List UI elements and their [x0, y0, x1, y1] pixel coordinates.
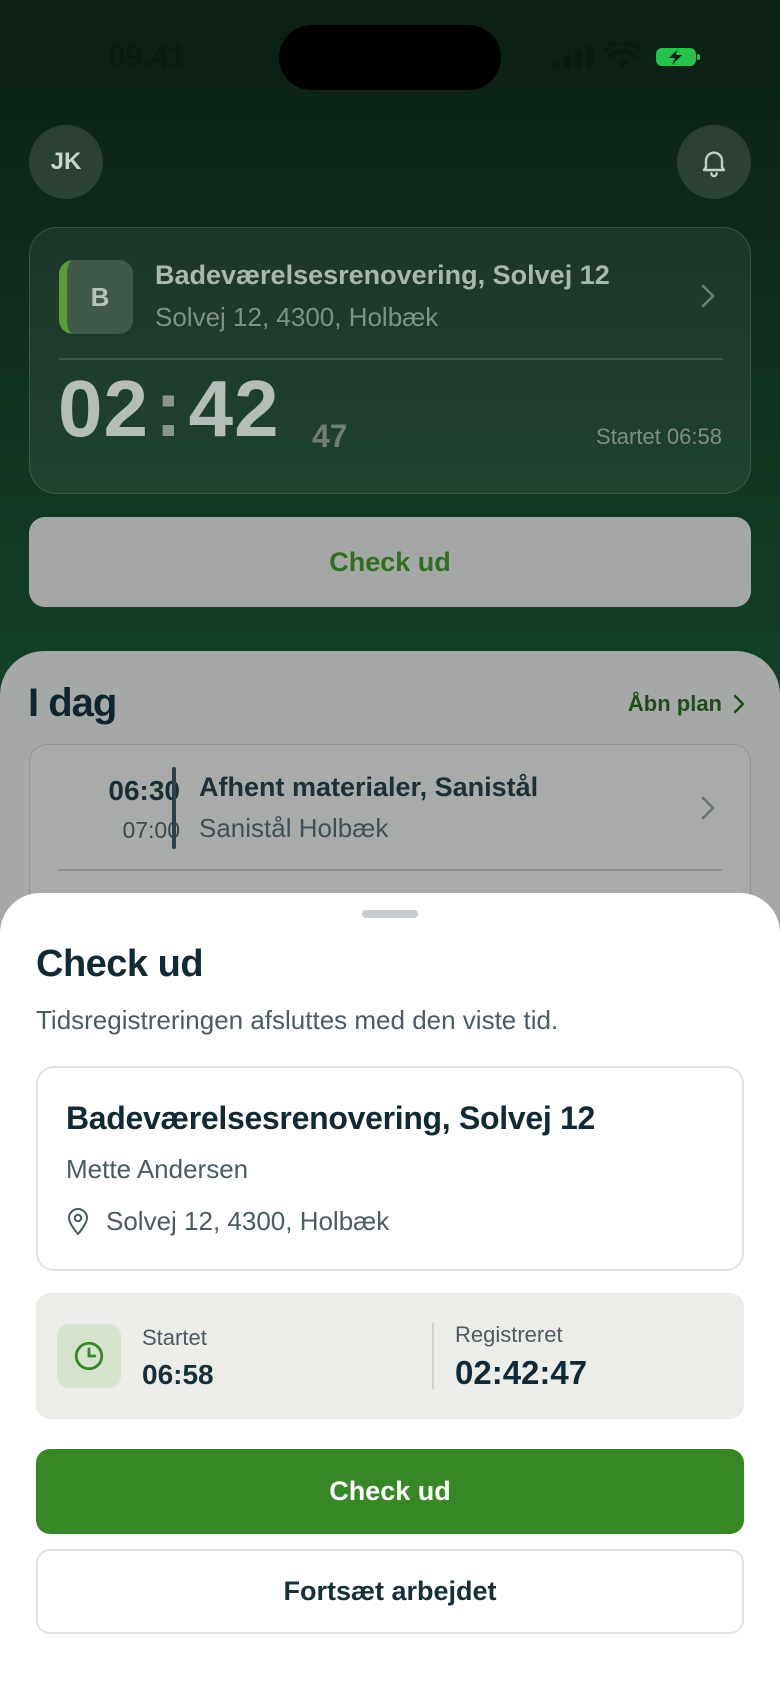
timer-minutes: 42: [188, 364, 280, 453]
project-badge: B: [59, 260, 133, 334]
divider: [58, 869, 722, 871]
wifi-icon: [604, 42, 642, 69]
avatar[interactable]: JK: [29, 125, 103, 199]
address-row: Solvej 12, 4300, Holbæk: [66, 1206, 389, 1237]
task-end-time: 07:00: [122, 817, 180, 843]
bell-icon: [702, 151, 726, 178]
sheet-description: Tidsregistreringen afsluttes med den vis…: [36, 1005, 559, 1035]
registered-label: Registreret: [455, 1322, 563, 1347]
battery-charging-icon: [656, 48, 700, 66]
continue-working-button[interactable]: Fortsæt arbejdet: [36, 1549, 744, 1634]
checkout-sheet: Check ud Tidsregistreringen afsluttes me…: [0, 893, 780, 1695]
active-timer-card[interactable]: B Badeværelsesrenovering, Solvej 12 Solv…: [29, 227, 751, 494]
project-address: Solvej 12, 4300, Holbæk: [155, 302, 439, 332]
client-name: Mette Andersen: [66, 1154, 249, 1184]
sheet-title: Check ud: [36, 943, 204, 985]
chevron-right-icon: [701, 796, 715, 820]
sheet-grabber[interactable]: [362, 910, 418, 918]
time-summary: Startet 06:58 Registreret 02:42:47: [36, 1293, 744, 1419]
divider: [432, 1323, 434, 1389]
open-plan-label: Åbn plan: [627, 691, 722, 716]
status-time: 09.41: [108, 38, 186, 74]
task-start-time: 06:30: [108, 775, 180, 806]
status-bar: 09.41: [0, 0, 780, 110]
app-screen: 09.41 JK B Badeværelsesrenovering, Solve…: [0, 0, 780, 1695]
timer-started-text: Startet 06:58: [596, 424, 722, 449]
notifications-button[interactable]: [677, 125, 751, 199]
task-title: Afhent materialer, Sanistål: [199, 772, 539, 802]
timer-colon: :: [154, 364, 183, 453]
project-info-card: Badeværelsesrenovering, Solvej 12 Mette …: [36, 1066, 744, 1271]
project-title: Badeværelsesrenovering, Solvej 12: [66, 1100, 596, 1136]
confirm-checkout-button[interactable]: Check ud: [36, 1449, 744, 1534]
chevron-right-icon: [701, 284, 715, 308]
started-value: 06:58: [142, 1359, 214, 1390]
timer-display: 02:42: [58, 363, 280, 455]
project-address: Solvej 12, 4300, Holbæk: [106, 1206, 390, 1236]
dynamic-island: [279, 25, 501, 90]
today-title: I dag: [28, 681, 117, 725]
clock-icon-box: [57, 1324, 121, 1388]
cellular-signal-icon: [553, 45, 593, 69]
checkout-button-top[interactable]: Check ud: [29, 517, 751, 607]
chevron-right-icon: [733, 694, 745, 714]
timer-hours: 02: [58, 364, 149, 453]
task-indicator-bar: [172, 767, 176, 849]
started-label: Startet: [142, 1325, 207, 1350]
registered-value: 02:42:47: [455, 1354, 588, 1391]
task-location: Sanistål Holbæk: [199, 813, 389, 843]
project-title: Badeværelsesrenovering, Solvej 12: [155, 260, 610, 290]
open-plan-link[interactable]: Åbn plan: [628, 691, 746, 717]
divider: [59, 358, 723, 360]
clock-icon: [74, 1341, 104, 1371]
timer-seconds: 47: [312, 418, 348, 454]
location-pin-icon: [67, 1207, 89, 1235]
